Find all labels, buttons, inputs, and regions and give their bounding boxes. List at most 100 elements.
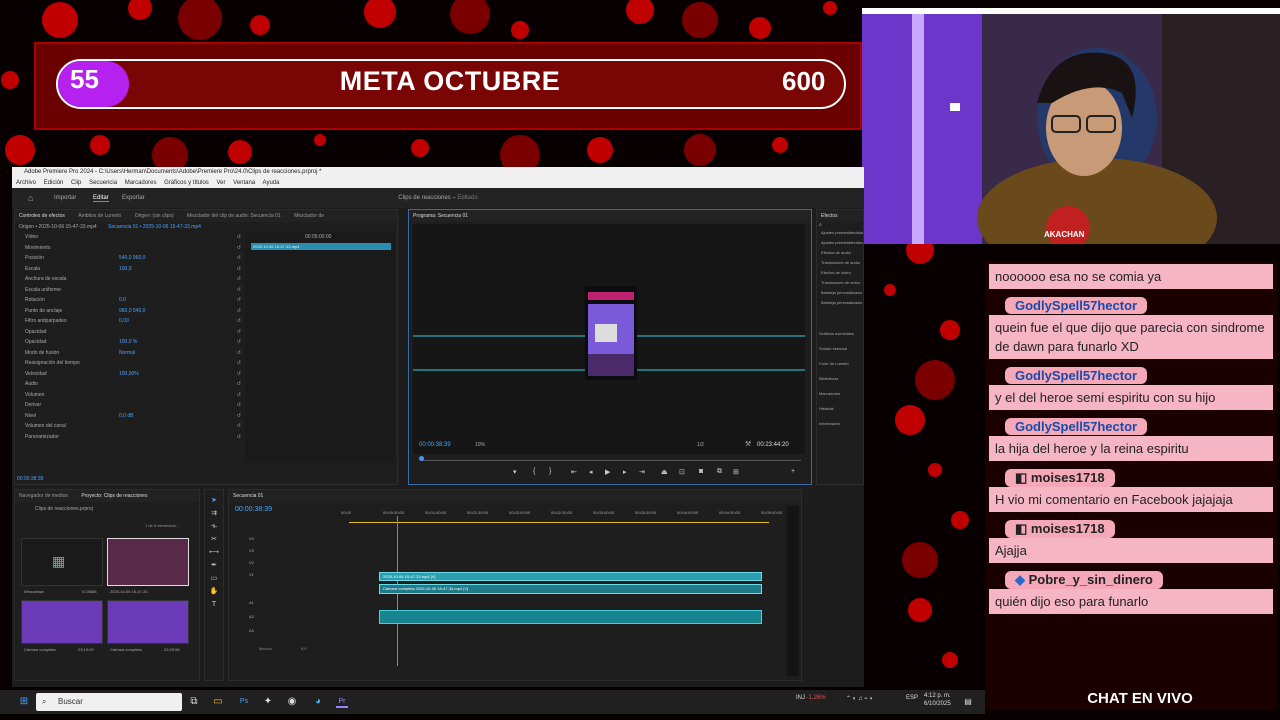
effects-folder[interactable]: Ajustes preestablecidos de Lumetri — [817, 238, 863, 248]
timeline-clip-v2[interactable]: 2025-10-06 15-47-33.mp4 [V] — [379, 572, 762, 581]
effect-control-row[interactable]: Escala uniforme ↺ — [15, 285, 245, 296]
effects-folder[interactable]: Efectos de vídeo — [817, 268, 863, 278]
pen-tool-icon[interactable]: ✒ — [205, 559, 223, 572]
go-to-in-icon[interactable]: ⇤ — [571, 468, 577, 476]
menu-graficos[interactable]: Gráficos y títulos — [164, 180, 209, 186]
effect-control-value[interactable]: 100,0 % — [119, 337, 137, 348]
effect-control-row[interactable]: Punto de anclaje 960,0 540,0 ↺ — [15, 306, 245, 317]
timeline-clip-v1[interactable]: Cámara completa 2025-10-06 15-47-33.mp4 … — [379, 584, 762, 594]
clock[interactable]: 4:12 p. m. 6/10/2025 — [924, 692, 951, 708]
sequence-label[interactable]: Secuencia 01 • 2025-10-06 15-47-33.mp4 — [108, 224, 201, 230]
effects-folder[interactable]: Transiciones de vídeo — [817, 278, 863, 288]
menu-marcadores[interactable]: Marcadores — [125, 180, 157, 186]
timeline-timecode[interactable]: 00:00:38:39 — [235, 506, 272, 513]
reset-icon[interactable]: ↺ — [237, 306, 241, 317]
obs-icon[interactable]: ◉ — [286, 696, 298, 708]
effects-folder[interactable]: Bandeja personalizada 01 — [817, 288, 863, 298]
app-icon[interactable]: ✦ — [262, 696, 274, 708]
side-panel-tab[interactable]: Gráficos esenciales — [817, 326, 863, 341]
add-button-icon[interactable]: + — [791, 468, 795, 475]
tab-sequence[interactable]: Secuencia 01 — [233, 493, 263, 499]
step-forward-icon[interactable]: ▸ — [623, 468, 627, 476]
type-tool-icon[interactable]: T — [205, 598, 223, 611]
project-item-cam-2[interactable]: Cámara completa 23:29:56 — [107, 600, 189, 652]
project-item-video[interactable]: 2025-10-06 15-47-33 — [107, 538, 189, 594]
effects-folder[interactable]: Ajustes preestablecidos — [817, 228, 863, 238]
menu-ver[interactable]: Ver — [216, 180, 225, 186]
effect-control-value[interactable]: 0,00 — [119, 316, 129, 327]
program-timecode[interactable]: 00:00:38:39 — [419, 442, 451, 448]
slip-tool-icon[interactable]: ⟷ — [205, 546, 223, 559]
effects-folder[interactable]: Efectos de audio — [817, 248, 863, 258]
audio-track-header[interactable]: A1 — [249, 600, 254, 605]
step-back-icon[interactable]: ◂ — [589, 468, 593, 476]
playhead-marker-icon[interactable] — [419, 456, 424, 461]
side-panel-tab[interactable]: Marcadores — [817, 386, 863, 401]
reset-icon[interactable]: ↺ — [237, 411, 241, 422]
reset-icon[interactable]: ↺ — [237, 379, 241, 390]
photoshop-icon[interactable]: Ps — [238, 696, 250, 708]
effect-controls-timecode[interactable]: 00:00:38:39 — [17, 476, 43, 482]
effect-control-row[interactable]: Volumen del canal ↺ — [15, 421, 245, 432]
reset-icon[interactable]: ↺ — [237, 316, 241, 327]
go-to-out-icon[interactable]: ⇥ — [639, 468, 645, 476]
reset-icon[interactable]: ↺ — [237, 358, 241, 369]
timeline-clip-a1[interactable] — [379, 610, 762, 624]
vr-icon[interactable]: ⊞ — [733, 468, 739, 476]
timeline-mix-value[interactable]: 0,0 — [301, 646, 307, 651]
reset-icon[interactable]: ↺ — [237, 285, 241, 296]
tab-project[interactable]: Proyecto: Clips de reacciones — [81, 493, 147, 499]
video-track-header[interactable]: V3 — [249, 548, 254, 553]
effect-control-row[interactable]: Nivel 0,0 dB ↺ — [15, 411, 245, 422]
razor-tool-icon[interactable]: ✂ — [205, 533, 223, 546]
tab-lumetri-scopes[interactable]: Ámbitos de Lumetri — [78, 213, 121, 219]
reset-icon[interactable]: ↺ — [237, 243, 241, 254]
menu-edicion[interactable]: Edición — [44, 180, 64, 186]
tab-mixer[interactable]: Mezclador de — [294, 213, 324, 219]
tab-effects[interactable]: Efectos — [821, 213, 838, 219]
ripple-edit-icon[interactable]: ⟛ — [205, 520, 223, 533]
reset-icon[interactable]: ↺ — [237, 274, 241, 285]
effect-control-row[interactable]: Reasignación del tiempo ↺ — [15, 358, 245, 369]
reset-icon[interactable]: ↺ — [237, 348, 241, 359]
effect-control-value[interactable]: 960,0 540,0 — [119, 306, 145, 317]
menu-secuencia[interactable]: Secuencia — [89, 180, 117, 186]
camera-icon[interactable]: ◙ — [699, 468, 703, 475]
side-panel-tab[interactable]: Bibliotecas — [817, 371, 863, 386]
reset-icon[interactable]: ↺ — [237, 295, 241, 306]
effect-control-value[interactable]: Normal — [119, 348, 135, 359]
selection-tool-icon[interactable]: ➤ — [205, 494, 223, 507]
reset-icon[interactable]: ↺ — [237, 369, 241, 380]
tab-audio-clip-mixer[interactable]: Mezclador del clip de audio: Secuencia 0… — [187, 213, 281, 219]
reset-icon[interactable]: ↺ — [237, 421, 241, 432]
side-panel-tab[interactable]: Información — [817, 416, 863, 431]
compare-icon[interactable]: ⧉ — [717, 468, 722, 476]
reset-icon[interactable]: ↺ — [237, 232, 241, 243]
effect-control-row[interactable]: Velocidad 100,00% ↺ — [15, 369, 245, 380]
effects-folder[interactable]: Transiciones de audio — [817, 258, 863, 268]
tab-program[interactable]: Programa: Secuencia 01 — [413, 213, 468, 219]
reset-icon[interactable]: ↺ — [237, 264, 241, 275]
effect-control-value[interactable]: 0,0 — [119, 295, 126, 306]
windows-start-icon[interactable]: ⊞ — [18, 696, 30, 708]
program-scrubber[interactable] — [421, 460, 801, 461]
effect-control-row[interactable]: Opacidad 100,0 % ↺ — [15, 337, 245, 348]
reset-icon[interactable]: ↺ — [237, 327, 241, 338]
video-track-header[interactable]: V2 — [249, 560, 254, 565]
project-item-audio[interactable]: ▦ Whooshaw 0:23668 — [21, 538, 103, 594]
effect-control-value[interactable]: 100,0 — [119, 264, 132, 275]
mark-out-icon[interactable]: } — [549, 468, 551, 475]
effects-folder[interactable]: Bandeja personalizada 02 — [817, 298, 863, 308]
effect-control-row[interactable]: Filtro antiparpadeo 0,00 ↺ — [15, 316, 245, 327]
audio-track-header[interactable]: A3 — [249, 628, 254, 633]
add-marker-icon[interactable]: ▾ — [513, 468, 517, 476]
wrench-icon[interactable]: ⚒ — [745, 440, 751, 448]
file-explorer-icon[interactable]: ▭ — [212, 696, 224, 708]
effect-control-row[interactable]: Vídeo ↺ — [15, 232, 245, 243]
video-track-header[interactable]: V1 — [249, 572, 254, 577]
tray-icons[interactable]: ⌃ ◐ ♫ ⌁ ◗ — [846, 695, 873, 702]
effect-control-value[interactable]: 0,0 dB — [119, 411, 133, 422]
program-viewer[interactable] — [413, 224, 805, 454]
video-track-header[interactable]: V4 — [249, 536, 254, 541]
effect-control-row[interactable]: Panoramizador ↺ — [15, 432, 245, 443]
